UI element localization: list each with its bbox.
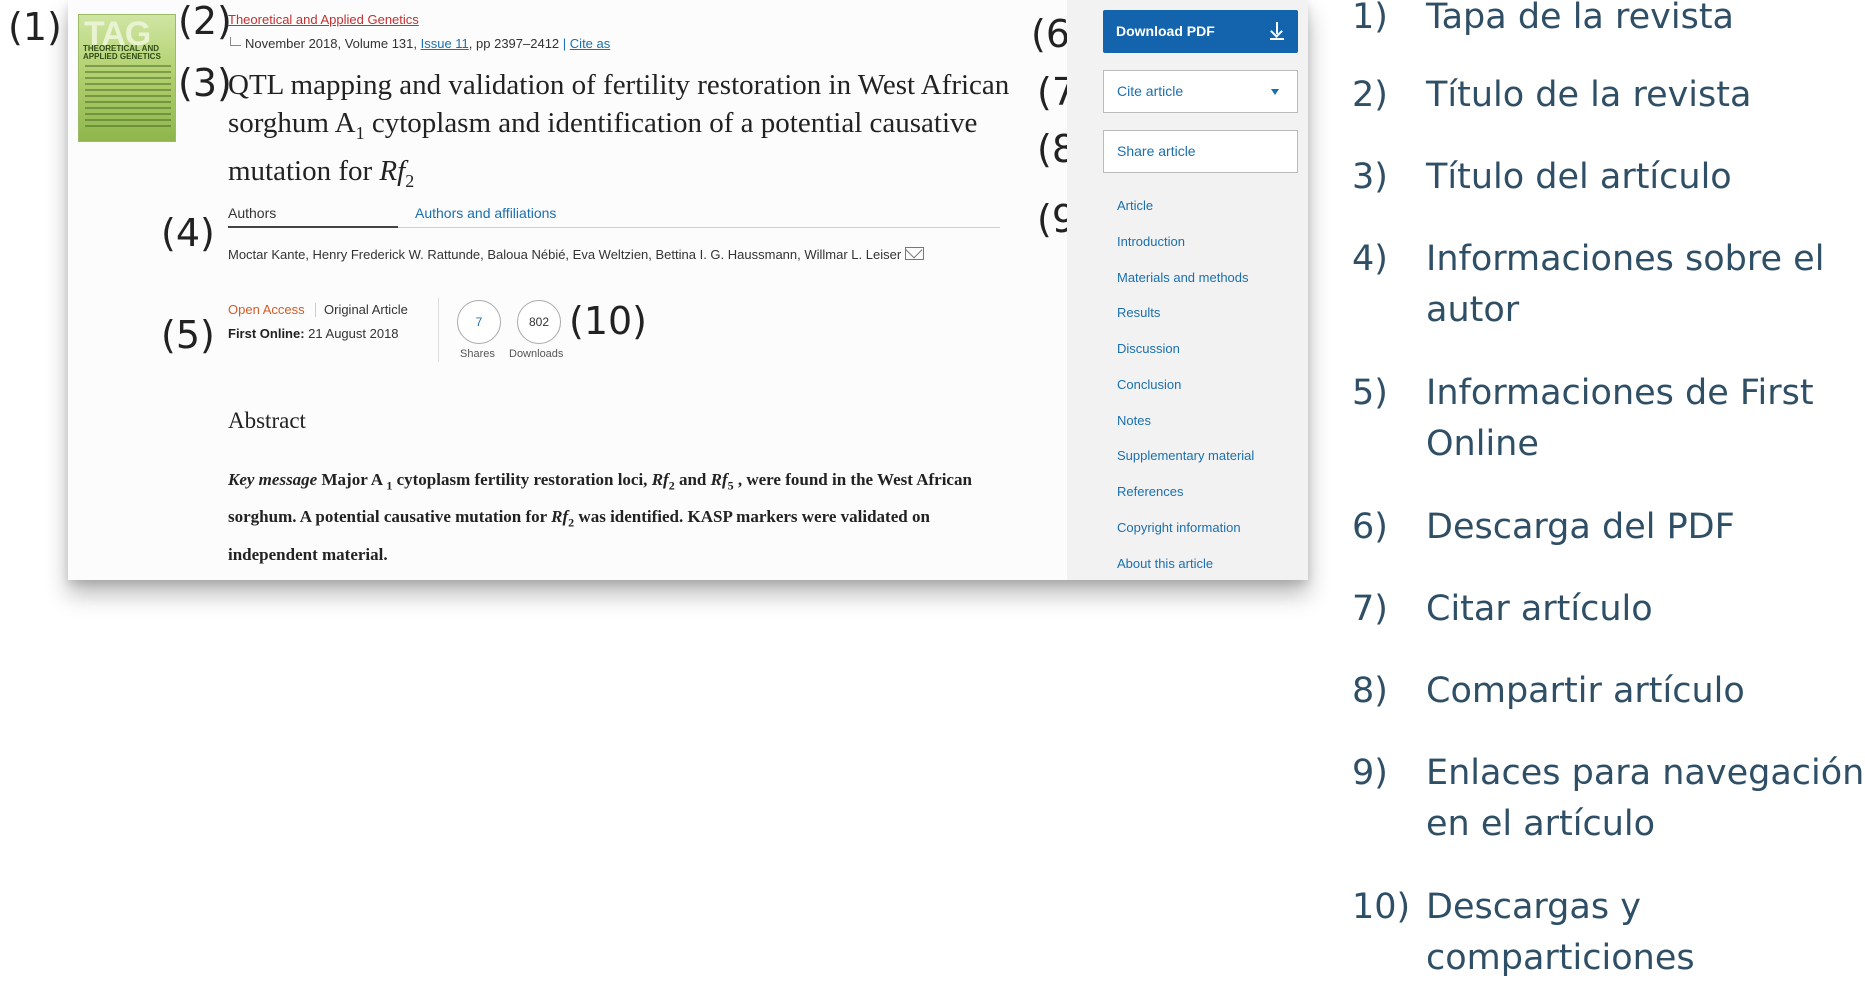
cite-article-button[interactable]: Cite article xyxy=(1103,70,1298,113)
download-icon xyxy=(1270,20,1284,42)
open-access-badge: Open Access xyxy=(228,302,305,317)
title-subscript-1: 1 xyxy=(355,122,365,143)
article-title: QTL mapping and validation of fertility … xyxy=(228,66,1018,200)
downloads-count: 802 xyxy=(517,300,561,344)
marker-10: (10) xyxy=(569,299,648,343)
marker-1: (1) xyxy=(8,5,62,49)
legend-text: Título de la revista xyxy=(1426,75,1752,115)
key-text-c: and xyxy=(674,470,711,489)
legend-num: 4) xyxy=(1352,239,1388,279)
first-online: First Online: 21 August 2018 xyxy=(228,326,399,341)
journal-cover-image[interactable]: TAG THEORETICAL AND APPLIED GENETICS xyxy=(78,14,176,142)
shares-label: Shares xyxy=(460,348,495,360)
legend-text: Título del artículo xyxy=(1426,157,1732,197)
toc-link-article[interactable]: Article xyxy=(1117,198,1153,213)
legend-num: 10) xyxy=(1352,887,1411,927)
toc-link-about[interactable]: About this article xyxy=(1117,556,1213,571)
title-subscript-2: 2 xyxy=(405,170,415,191)
shares-count[interactable]: 7 xyxy=(457,300,501,344)
marker-4: (4) xyxy=(161,211,215,255)
cite-as-link[interactable]: Cite as xyxy=(570,36,610,51)
toc-link-materials-methods[interactable]: Materials and methods xyxy=(1117,270,1249,285)
key-rf-3: Rf xyxy=(551,507,569,527)
meta-separator: | xyxy=(562,36,567,51)
download-pdf-label: Download PDF xyxy=(1116,23,1215,39)
key-rf-2: Rf xyxy=(710,470,728,489)
toc-link-discussion[interactable]: Discussion xyxy=(1117,341,1180,356)
author-names: Moctar Kante, Henry Frederick W. Rattund… xyxy=(228,247,902,262)
chevron-down-icon xyxy=(1271,89,1279,95)
tree-corner-icon xyxy=(230,37,241,46)
legend-num: 3) xyxy=(1352,157,1388,197)
toc-link-conclusion[interactable]: Conclusion xyxy=(1117,377,1181,392)
legend-text: Informaciones de First Online xyxy=(1426,373,1814,464)
toc-link-results[interactable]: Results xyxy=(1117,305,1160,320)
tab-authors[interactable]: Authors xyxy=(228,205,276,221)
legend-num: 1) xyxy=(1352,0,1388,37)
tab-active-underline xyxy=(228,226,398,228)
meta-date-volume: November 2018, Volume 131, xyxy=(245,36,421,51)
first-online-date: 21 August 2018 xyxy=(304,326,399,341)
toc-link-references[interactable]: References xyxy=(1117,484,1183,499)
legend-text: Citar artículo xyxy=(1426,589,1653,629)
legend-text: Compartir artículo xyxy=(1426,671,1745,711)
share-article-label: Share article xyxy=(1117,143,1196,159)
envelope-icon[interactable] xyxy=(905,247,925,260)
legend-num: 6) xyxy=(1352,507,1388,547)
marker-3: (3) xyxy=(178,61,232,105)
legend-num: 7) xyxy=(1352,589,1388,629)
key-text-a: Major A xyxy=(317,470,387,489)
cover-text-lines xyxy=(85,65,171,131)
legend-text: Descargas y comparticiones xyxy=(1426,887,1695,978)
legend-text: Informaciones sobre el autor xyxy=(1426,239,1825,330)
cover-subtitle: THEORETICAL AND APPLIED GENETICS xyxy=(83,44,161,61)
tab-authors-affiliations[interactable]: Authors and affiliations xyxy=(415,205,556,221)
legend-num: 8) xyxy=(1352,671,1388,711)
marker-5: (5) xyxy=(161,313,215,357)
downloads-label: Downloads xyxy=(509,348,564,360)
legend-text: Tapa de la revista xyxy=(1426,0,1734,37)
marker-2: (2) xyxy=(178,0,232,43)
status-divider xyxy=(315,303,316,317)
download-pdf-button[interactable]: Download PDF xyxy=(1103,10,1298,53)
title-rf: Rf xyxy=(379,154,406,187)
toc-link-introduction[interactable]: Introduction xyxy=(1117,234,1185,249)
key-message-label: Key message xyxy=(228,470,318,489)
journal-meta: November 2018, Volume 131, Issue 11, pp … xyxy=(230,36,610,51)
key-message: Key message Major A 1 cytoplasm fertilit… xyxy=(228,464,1008,571)
key-text-b: cytoplasm fertility restoration loci, xyxy=(392,470,652,489)
legend-text: Descarga del PDF xyxy=(1426,507,1735,547)
author-list: Moctar Kante, Henry Frederick W. Rattund… xyxy=(228,247,925,262)
toc-link-notes[interactable]: Notes xyxy=(1117,413,1151,428)
journal-title-link[interactable]: Theoretical and Applied Genetics xyxy=(228,12,419,27)
issue-link[interactable]: Issue 11 xyxy=(421,36,469,51)
share-article-button[interactable]: Share article xyxy=(1103,130,1298,173)
abstract-heading: Abstract xyxy=(228,408,306,433)
cite-article-label: Cite article xyxy=(1117,83,1184,99)
legend-text: Enlaces para navegación en el artículo xyxy=(1426,753,1865,844)
toc-link-copyright[interactable]: Copyright information xyxy=(1117,520,1241,535)
metrics-divider xyxy=(438,298,439,362)
legend-num: 2) xyxy=(1352,75,1388,115)
key-rf-1: Rf xyxy=(651,470,669,489)
legend-num: 5) xyxy=(1352,373,1388,413)
first-online-label: First Online: xyxy=(228,326,305,341)
legend-num: 9) xyxy=(1352,753,1388,793)
tab-divider xyxy=(398,227,1000,228)
toc-link-supplementary[interactable]: Supplementary material xyxy=(1117,448,1254,463)
meta-pages: , pp 2397–2412 xyxy=(468,36,563,51)
article-type: Original Article xyxy=(324,302,408,317)
